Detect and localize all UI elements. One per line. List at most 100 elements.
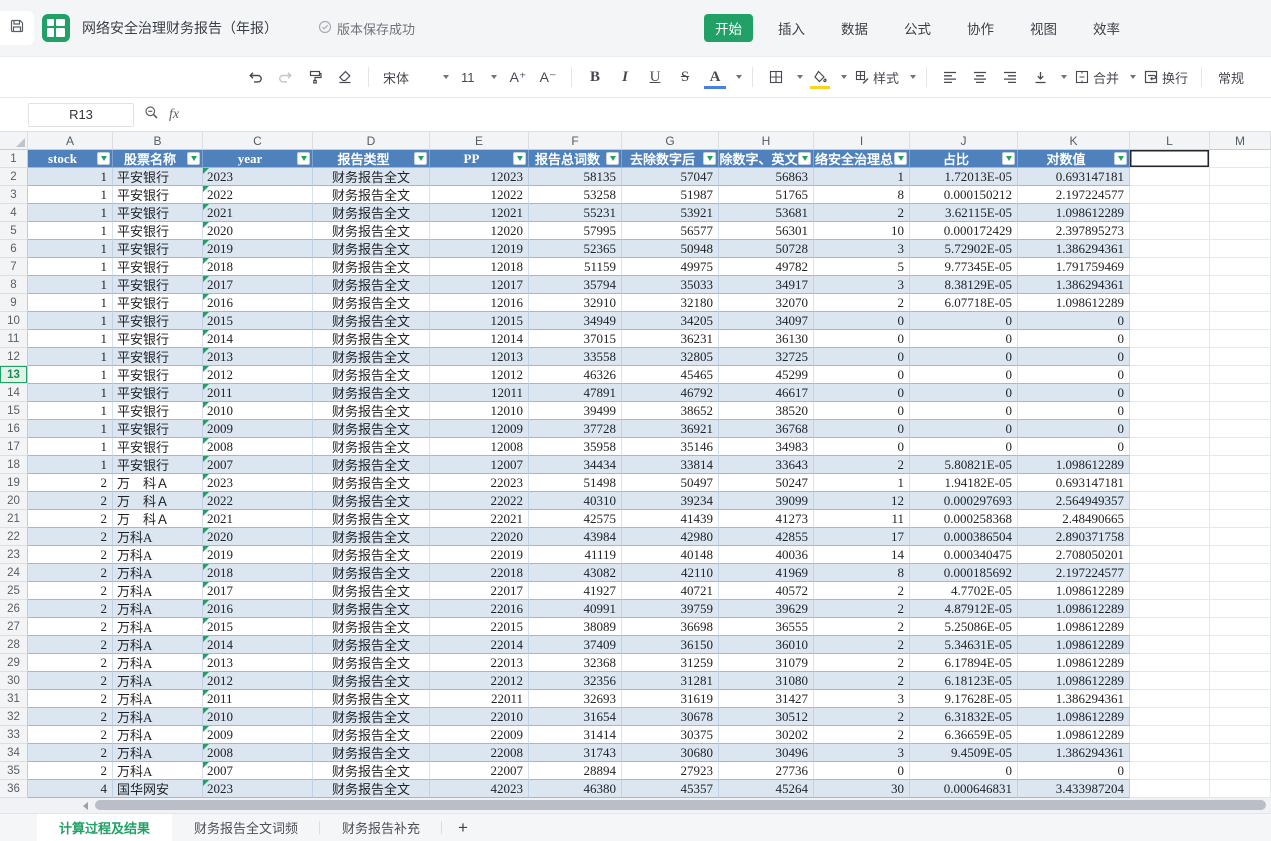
cell[interactable]: 56301	[719, 222, 814, 240]
row-header[interactable]: 7	[0, 258, 28, 276]
cell[interactable]: 22011	[430, 690, 529, 708]
cell[interactable]: 2	[28, 564, 113, 582]
cell[interactable]: 2	[28, 600, 113, 618]
column-header-H[interactable]: H	[719, 132, 814, 150]
cell[interactable]: 2018	[203, 258, 313, 276]
cell[interactable]: 34434	[529, 456, 622, 474]
cell[interactable]	[1210, 276, 1271, 294]
cell[interactable]: 万科A	[113, 600, 203, 618]
cell[interactable]: 2013	[203, 654, 313, 672]
cell[interactable]: 2022	[203, 492, 313, 510]
cell[interactable]: 财务报告全文	[313, 258, 430, 276]
cell[interactable]: 12018	[430, 258, 529, 276]
cell[interactable]: 财务报告全文	[313, 168, 430, 186]
cell[interactable]: 12011	[430, 384, 529, 402]
cell[interactable]: 2	[28, 474, 113, 492]
cell[interactable]: 财务报告全文	[313, 762, 430, 780]
cell[interactable]	[1210, 168, 1271, 186]
cell[interactable]: 5	[814, 258, 910, 276]
cell[interactable]: 1	[28, 366, 113, 384]
cell[interactable]: 22022	[430, 492, 529, 510]
cell[interactable]: 1	[28, 258, 113, 276]
cell[interactable]: 2014	[203, 636, 313, 654]
cell[interactable]: 0	[814, 762, 910, 780]
cell[interactable]: 37728	[529, 420, 622, 438]
zoom-search-icon[interactable]	[144, 105, 159, 125]
cell[interactable]: 1.72013E-05	[910, 168, 1018, 186]
cell[interactable]: 万科A	[113, 546, 203, 564]
cell[interactable]: 0	[910, 366, 1018, 384]
chevron-down-icon[interactable]	[736, 75, 742, 79]
row-header[interactable]: 27	[0, 618, 28, 636]
cell[interactable]: 2	[28, 672, 113, 690]
cell[interactable]: 财务报告全文	[313, 618, 430, 636]
cell[interactable]: 22016	[430, 600, 529, 618]
cell[interactable]: 财务报告全文	[313, 546, 430, 564]
borders-button[interactable]	[763, 63, 789, 91]
cell[interactable]	[1210, 564, 1271, 582]
cell[interactable]: 财务报告全文	[313, 708, 430, 726]
cell[interactable]: 1.098612289	[1018, 726, 1130, 744]
cell[interactable]: 46792	[622, 384, 719, 402]
cell[interactable]: 45264	[719, 780, 814, 798]
cell[interactable]: 占比	[910, 150, 1018, 168]
cell[interactable]: 50728	[719, 240, 814, 258]
align-left-button[interactable]	[937, 63, 963, 91]
cell[interactable]: 1.098612289	[1018, 708, 1130, 726]
cell[interactable]: 12015	[430, 312, 529, 330]
cell[interactable]: 5.72902E-05	[910, 240, 1018, 258]
cell[interactable]	[1210, 474, 1271, 492]
cell[interactable]: 12012	[430, 366, 529, 384]
cell[interactable]: 财务报告全文	[313, 276, 430, 294]
cell[interactable]: 2	[28, 690, 113, 708]
cell[interactable]: 2012	[203, 672, 313, 690]
row-header[interactable]: 9	[0, 294, 28, 312]
filter-dropdown-icon[interactable]	[1002, 152, 1015, 165]
row-header[interactable]: 8	[0, 276, 28, 294]
cell[interactable]: 2011	[203, 690, 313, 708]
cell[interactable]: 0	[910, 438, 1018, 456]
cell[interactable]: 2008	[203, 744, 313, 762]
row-header[interactable]: 25	[0, 582, 28, 600]
cell[interactable]: 42980	[622, 528, 719, 546]
cell[interactable]: 股票名称	[113, 150, 203, 168]
cell[interactable]: 6.31832E-05	[910, 708, 1018, 726]
cell[interactable]: 14	[814, 546, 910, 564]
cell[interactable]: 36130	[719, 330, 814, 348]
cell[interactable]: 17	[814, 528, 910, 546]
cell[interactable]: 财务报告全文	[313, 474, 430, 492]
cell[interactable]: 1	[28, 222, 113, 240]
cell[interactable]: 平安银行	[113, 240, 203, 258]
cell[interactable]: 1	[28, 168, 113, 186]
column-header-K[interactable]: K	[1018, 132, 1130, 150]
cell[interactable]	[1130, 366, 1210, 384]
row-header[interactable]: 5	[0, 222, 28, 240]
cell[interactable]: year	[203, 150, 313, 168]
cell[interactable]	[1130, 168, 1210, 186]
cell[interactable]: 38089	[529, 618, 622, 636]
cell[interactable]: 46380	[529, 780, 622, 798]
cell[interactable]	[1210, 492, 1271, 510]
cell[interactable]: 平安银行	[113, 348, 203, 366]
cell[interactable]: 0	[814, 438, 910, 456]
cell[interactable]: 0	[910, 762, 1018, 780]
filter-dropdown-icon[interactable]	[97, 152, 110, 165]
cell[interactable]: 39099	[719, 492, 814, 510]
cell[interactable]: 1	[28, 276, 113, 294]
cell[interactable]	[1210, 366, 1271, 384]
cell[interactable]: 51765	[719, 186, 814, 204]
row-header[interactable]: 21	[0, 510, 28, 528]
cell[interactable]	[1210, 420, 1271, 438]
cell[interactable]	[1210, 294, 1271, 312]
cell[interactable]: 33643	[719, 456, 814, 474]
italic-button[interactable]: I	[612, 63, 638, 91]
column-header-M[interactable]: M	[1210, 132, 1271, 150]
cell[interactable]: 2	[28, 510, 113, 528]
cell[interactable]: 22018	[430, 564, 529, 582]
cell[interactable]: 2009	[203, 420, 313, 438]
column-header-L[interactable]: L	[1130, 132, 1210, 150]
cell[interactable]: 0.000258368	[910, 510, 1018, 528]
cell[interactable]	[1210, 636, 1271, 654]
cell[interactable]: 2.197224577	[1018, 186, 1130, 204]
chevron-down-icon[interactable]	[797, 75, 803, 79]
